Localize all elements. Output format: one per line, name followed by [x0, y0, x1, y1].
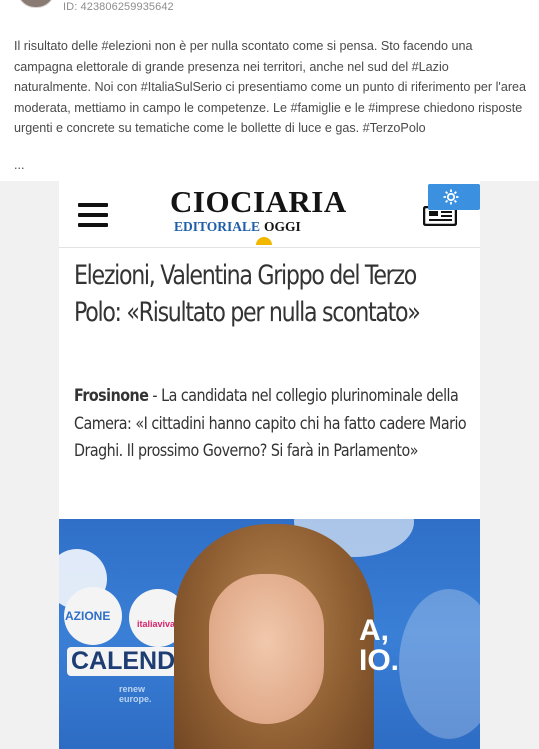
see-more-link[interactable]: ... [14, 158, 25, 172]
face [209, 574, 324, 724]
post-id: ID: 423806259935642 [63, 1, 174, 13]
avatar[interactable] [17, 0, 55, 8]
logo-oggi: OGGI [264, 219, 301, 234]
article-headline: Elezioni, Valentina Grippo del Terzo Pol… [74, 260, 421, 328]
newspaper-logo-sub: EDITORIALE OGGI [174, 219, 301, 235]
calenda-text: CALEND [67, 647, 180, 676]
renew-text: renew europe. [119, 684, 152, 704]
lead-place: Frosinone [74, 386, 149, 406]
azione-text: AZIONE [65, 609, 111, 623]
hamburger-icon [78, 203, 108, 227]
article-lead: Frosinone - La candidata nel collegio pl… [74, 383, 469, 466]
newspaper-header: CIOCIARIA EDITORIALE OGGI [59, 181, 480, 248]
newspaper-logo: CIOCIARIA [170, 184, 347, 219]
post-text: Il risultato delle #elezioni non è per n… [14, 36, 529, 139]
attached-image[interactable]: CIOCIARIA EDITORIALE OGGI Elezioni, Valen… [0, 181, 539, 749]
photo-text-a: A, [359, 614, 389, 647]
gear-icon[interactable] [428, 184, 480, 210]
post-header: ID: 423806259935642 [0, 0, 539, 22]
italiaviva-text: italiaviva [137, 619, 176, 629]
candidate-photo: AZIONE italiaviva CALEND renew europe. A… [59, 519, 480, 749]
article-screenshot: CIOCIARIA EDITORIALE OGGI Elezioni, Valen… [59, 181, 480, 749]
photo-text-io: IO. [359, 644, 400, 677]
party-badge-right [399, 589, 480, 739]
logo-editoriale: EDITORIALE [174, 219, 261, 234]
sun-logo-icon [256, 237, 272, 245]
post-body: Il risultato delle #elezioni non è per n… [14, 39, 527, 135]
